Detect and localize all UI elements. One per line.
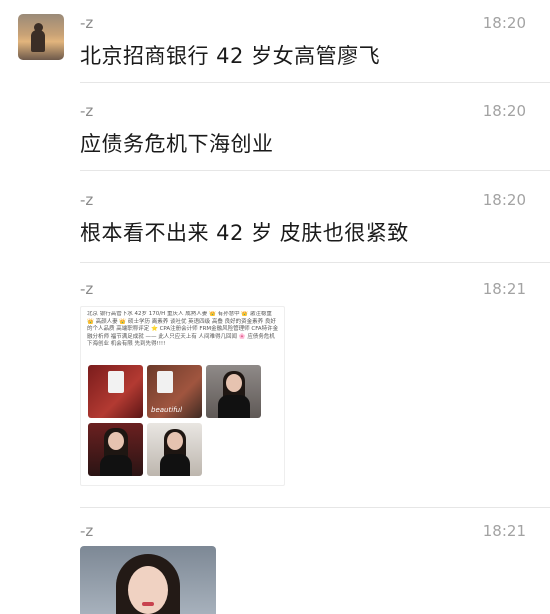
- message-text: 应债务危机下海创业: [80, 132, 274, 156]
- id-badge-image: [157, 371, 173, 393]
- divider: [80, 507, 550, 508]
- message-time: 18:21: [482, 280, 526, 298]
- message-1[interactable]: -z 18:20 北京招商银行 42 岁女高管廖飞: [80, 14, 538, 68]
- message-time: 18:20: [482, 14, 526, 32]
- divider: [80, 262, 550, 263]
- sender-name: -z: [80, 280, 94, 298]
- message-time: 18:21: [482, 522, 526, 540]
- divider: [80, 170, 550, 171]
- sender-name: -z: [80, 14, 94, 32]
- message-2[interactable]: -z 18:20 应债务危机下海创业: [80, 102, 538, 156]
- message-time: 18:20: [482, 191, 526, 209]
- image-card[interactable]: 北京 银行高管下水 42岁 170/H 重庆人 成熟人妻 👑 有孙慧中 👑 激注…: [80, 306, 285, 486]
- message-4: -z 18:21: [80, 280, 538, 300]
- photo-watermark: beautiful: [151, 406, 183, 414]
- message-text: 北京招商银行 42 岁女高管廖飞: [80, 44, 381, 68]
- photo-thumb[interactable]: [88, 423, 143, 476]
- sender-name: -z: [80, 191, 94, 209]
- photo-thumb[interactable]: [88, 365, 143, 418]
- sender-name: -z: [80, 522, 94, 540]
- photo-thumb[interactable]: beautiful: [147, 365, 202, 418]
- divider: [80, 82, 550, 83]
- sender-name: -z: [80, 102, 94, 120]
- message-text: 根本看不出来 42 岁 皮肤也很紧致: [80, 221, 409, 245]
- card-caption-text: 北京 银行高管下水 42岁 170/H 重庆人 成熟人妻 👑 有孙慧中 👑 激注…: [87, 311, 279, 347]
- message-time: 18:20: [482, 102, 526, 120]
- photo-thumb[interactable]: [206, 365, 261, 418]
- photo-thumb[interactable]: [147, 423, 202, 476]
- avatar-figure-body: [31, 30, 45, 52]
- message-5: -z 18:21: [80, 522, 538, 542]
- avatar[interactable]: [18, 14, 64, 60]
- message-3[interactable]: -z 18:20 根本看不出来 42 岁 皮肤也很紧致: [80, 191, 538, 245]
- photo-message[interactable]: [80, 546, 216, 614]
- id-badge-image: [108, 371, 124, 393]
